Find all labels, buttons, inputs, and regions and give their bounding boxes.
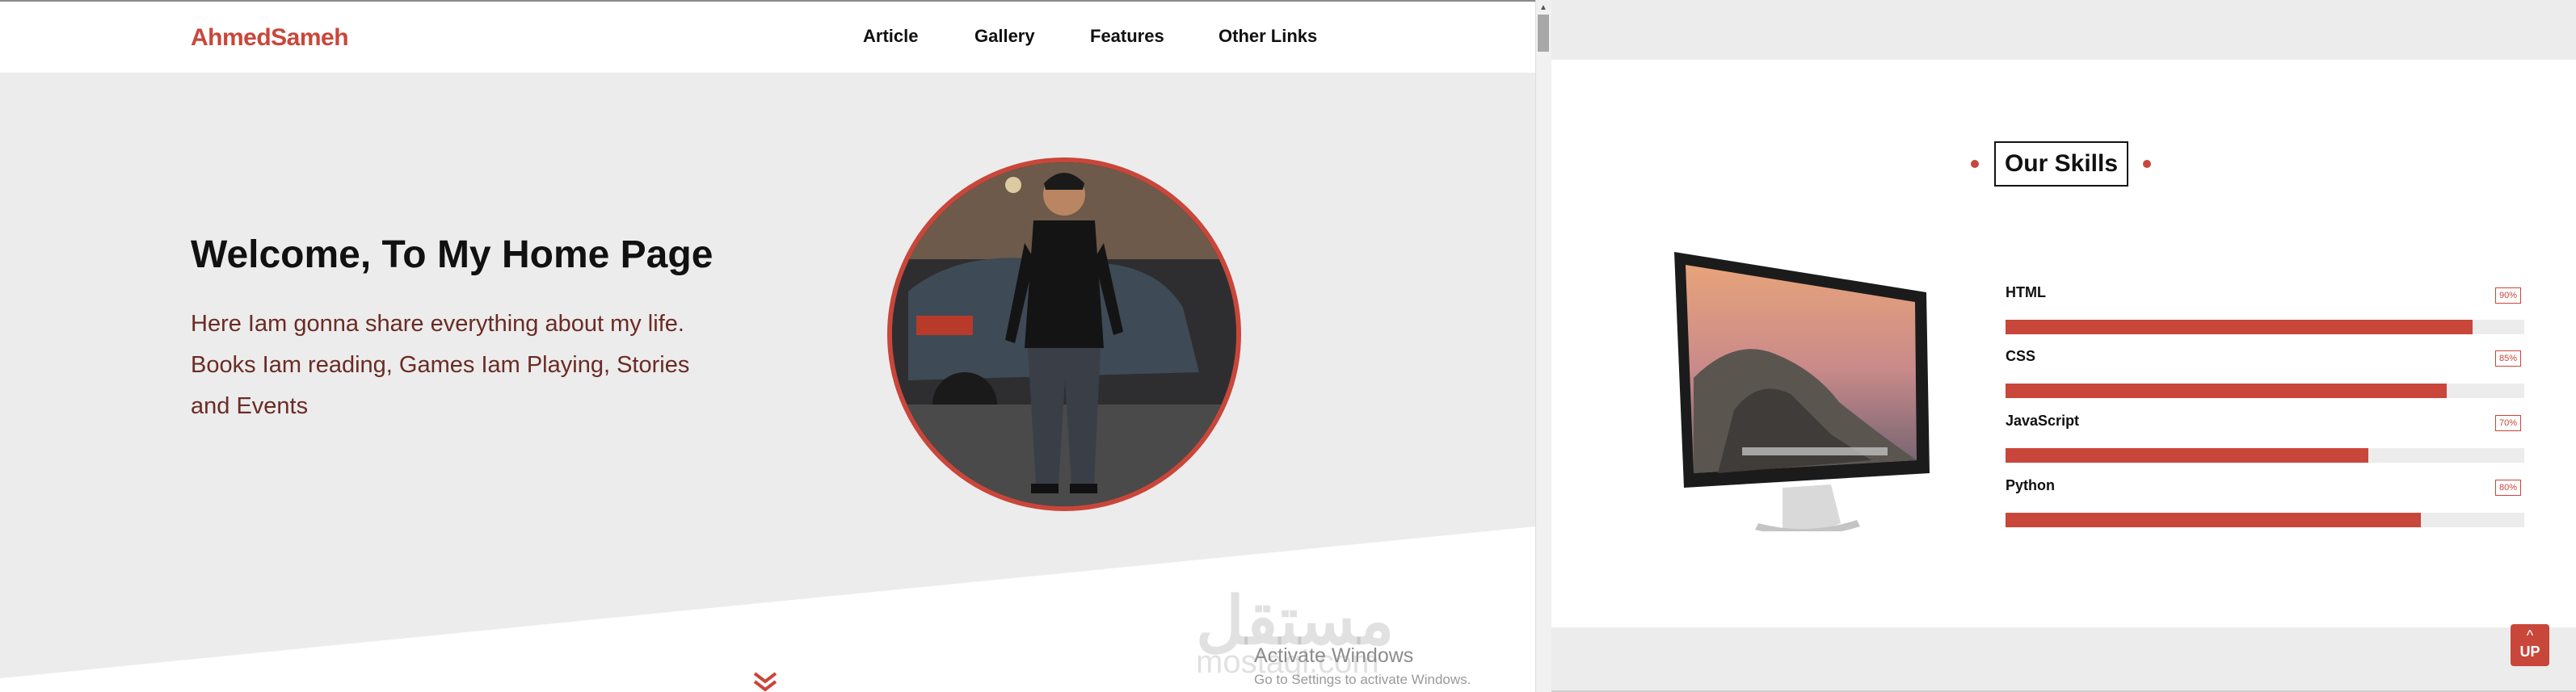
skill-percent-badge: 80% [2495,480,2521,496]
scroll-to-top-label: UP [2519,644,2540,660]
skill-bar-fill [2006,384,2447,398]
skill-percent-badge: 85% [2495,350,2521,367]
skills-page-window: Our Skills HTML 90% CSS 85% JavaScript 7… [1551,0,2576,692]
skill-percent-badge: 90% [2495,287,2521,304]
home-page-window: AhmedSameh Article Gallery Features Othe… [0,0,1535,692]
activate-windows-title: Activate Windows [1254,644,1414,667]
skill-bar-fill [2006,513,2421,527]
skill-bar-track [2006,448,2524,463]
title-dot-right [2143,160,2151,168]
skill-bar-track [2006,384,2524,398]
vertical-scrollbar[interactable] [1535,0,1551,692]
scrollbar-thumb[interactable] [1538,15,1549,52]
skill-name: CSS [2006,348,2036,364]
skill-bar-fill [2006,320,2473,334]
scroll-up-arrow-icon[interactable]: ▲ [1538,3,1548,12]
skills-section: Our Skills HTML 90% CSS 85% JavaScript 7… [1551,60,2576,627]
skill-bar-track [2006,320,2524,334]
monitor-icon [1674,252,1930,531]
skill-name: JavaScript [2006,413,2080,429]
chevron-double-down-icon[interactable] [751,670,779,692]
skill-bar-fill [2006,448,2369,463]
skill-percent-badge: 70% [2495,415,2521,431]
title-dot-left [1971,160,1979,168]
skill-name: Python [2006,477,2055,493]
skill-name: HTML [2006,284,2046,300]
activate-windows-subtitle: Go to Settings to activate Windows. [1254,672,1471,687]
scroll-to-top-button[interactable]: ^ UP [2511,624,2549,666]
skills-title: Our Skills [1994,141,2128,187]
arrow-up-icon: ^ [2526,627,2534,644]
skill-bar-track [2006,513,2524,527]
